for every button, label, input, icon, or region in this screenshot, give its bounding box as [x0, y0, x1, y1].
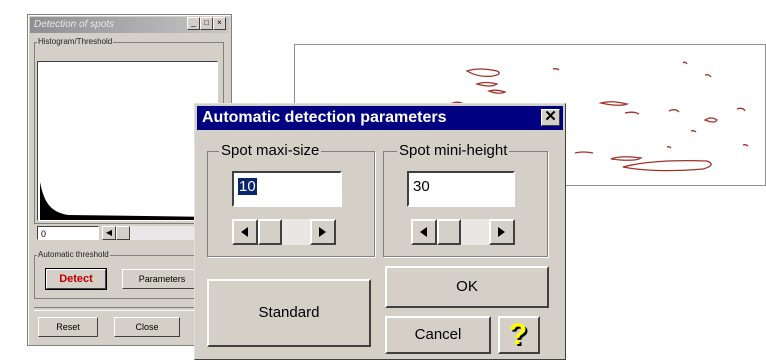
help-question-icon: ? ?: [509, 318, 529, 353]
detection-parameters-dialog: Automatic detection parameters ✕ Spot ma…: [194, 103, 566, 360]
auto-threshold-label: Automatic threshold: [37, 250, 110, 259]
close-icon[interactable]: ×: [213, 17, 226, 30]
dialog-titlebar[interactable]: Automatic detection parameters ✕: [197, 106, 563, 130]
dialog-close-button[interactable]: ✕: [541, 109, 560, 126]
maximize-icon[interactable]: □: [200, 17, 213, 30]
histogram-curve: [40, 62, 216, 220]
increment-arrow-icon[interactable]: [310, 219, 336, 245]
standard-button[interactable]: Standard: [207, 279, 371, 347]
spot-mini-height-label: Spot mini-height: [397, 142, 510, 159]
detect-button[interactable]: Detect: [45, 268, 107, 290]
threshold-input[interactable]: 0: [37, 226, 99, 240]
cancel-button[interactable]: Cancel: [385, 316, 491, 354]
scroll-track[interactable]: [282, 219, 310, 245]
dialog-title: Automatic detection parameters: [202, 109, 447, 126]
parameters-button[interactable]: Parameters: [122, 269, 202, 289]
spot-maxi-size-scrollbar[interactable]: [232, 219, 336, 245]
spot-mini-height-scrollbar[interactable]: [411, 219, 515, 245]
scroll-track[interactable]: [461, 219, 489, 245]
detection-window-title: Detection of spots: [34, 19, 115, 30]
spot-maxi-size-label: Spot maxi-size: [219, 142, 322, 159]
close-button[interactable]: Close: [114, 317, 180, 337]
histogram-group-label: Histogram/Threshold: [37, 37, 114, 46]
scroll-thumb[interactable]: [437, 219, 461, 245]
ok-button[interactable]: OK: [385, 266, 549, 308]
increment-arrow-icon[interactable]: [489, 219, 515, 245]
decrement-arrow-icon[interactable]: [232, 219, 258, 245]
decrement-arrow-icon[interactable]: [411, 219, 437, 245]
reset-button[interactable]: Reset: [38, 317, 98, 337]
scroll-left-arrow-icon[interactable]: ◀: [102, 226, 116, 240]
scroll-thumb[interactable]: [258, 219, 282, 245]
spot-maxi-size-input[interactable]: 10: [232, 171, 342, 207]
scroll-thumb[interactable]: [116, 226, 130, 240]
spot-mini-height-input[interactable]: 30: [407, 171, 515, 207]
help-glyph: ?: [509, 318, 527, 351]
close-x-icon: ✕: [544, 108, 557, 125]
spot-maxi-size-value: 10: [238, 178, 257, 195]
spot-mini-height-value: 30: [413, 178, 430, 195]
histogram-plot: [37, 61, 218, 221]
minimize-icon[interactable]: _: [187, 17, 200, 30]
help-button[interactable]: ? ?: [498, 316, 540, 354]
